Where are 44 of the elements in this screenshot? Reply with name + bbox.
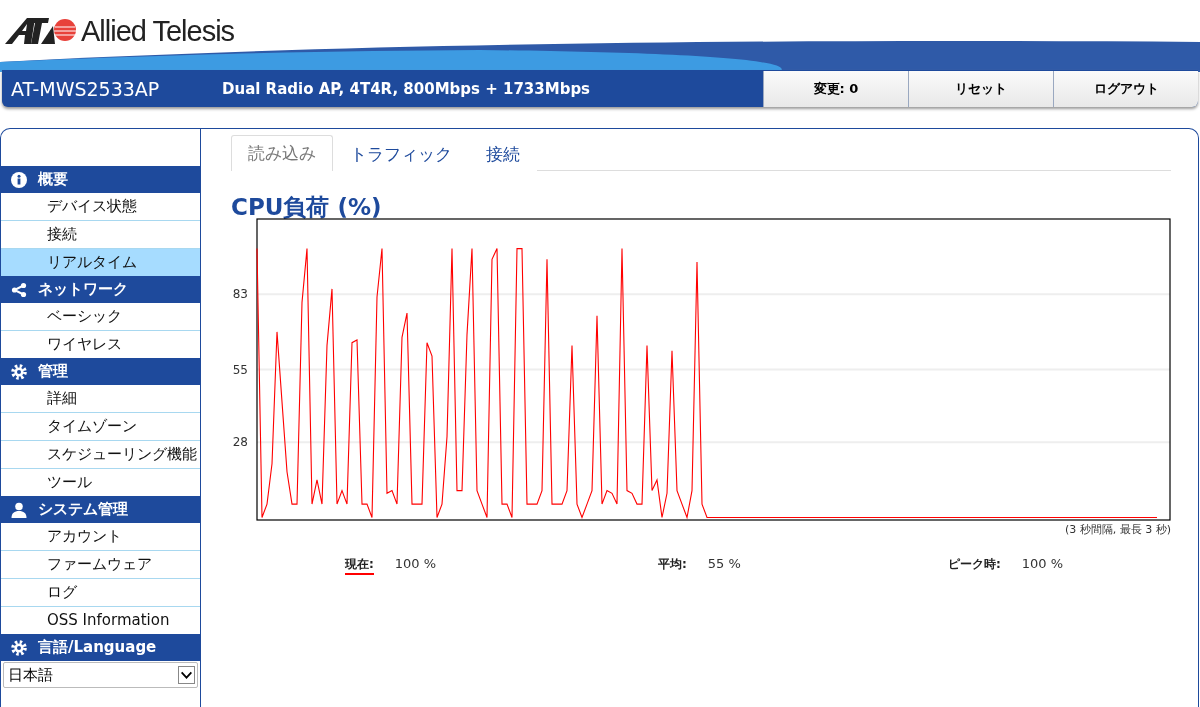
section-title: 言語/Language: [38, 638, 157, 657]
user-icon: [11, 501, 27, 518]
gear-icon: [11, 363, 27, 380]
sidebar-item[interactable]: タイムゾーン: [1, 413, 200, 441]
chart-note: (3 秒間隔, 最長 3 秒): [1063, 522, 1171, 536]
section-title: 概要: [38, 170, 68, 189]
language-select[interactable]: 日本語: [3, 662, 198, 688]
share-icon: [11, 281, 27, 298]
sidebar-item[interactable]: アカウント: [1, 523, 200, 551]
sidebar-item[interactable]: リアルタイム: [1, 249, 200, 276]
model-description: Dual Radio AP, 4T4R, 800Mbps + 1733Mbps: [222, 79, 592, 98]
stat-value: 55 %: [707, 556, 741, 571]
stat-value: 100 %: [1021, 556, 1064, 571]
tab[interactable]: 読み込み: [231, 135, 333, 171]
sidebar-item[interactable]: ワイヤレス: [1, 331, 200, 358]
info-icon: [11, 171, 27, 188]
sidebar-item[interactable]: ツール: [1, 469, 200, 496]
gear-icon: [11, 639, 27, 656]
sidebar-item[interactable]: 詳細: [1, 385, 200, 413]
header-button[interactable]: リセット: [908, 71, 1053, 107]
select-value: 日本語: [8, 665, 53, 685]
sidebar-item[interactable]: ファームウェア: [1, 551, 200, 579]
section-title: システム管理: [38, 500, 128, 519]
axis-tick-label: 83: [232, 287, 248, 302]
stat-value: 100 %: [394, 556, 437, 571]
brand-name: Allied Telesis: [81, 14, 235, 48]
axis-tick-label: 28: [232, 435, 248, 450]
sidebar-item[interactable]: デバイス状態: [1, 193, 200, 221]
sidebar-item[interactable]: ログ: [1, 579, 200, 607]
sidebar-item[interactable]: ベーシック: [1, 303, 200, 331]
section-title: 管理: [38, 362, 68, 381]
stat-label: 現在:: [345, 556, 374, 575]
chart-title: CPU負荷 (%): [231, 193, 383, 221]
logo-icon: [5, 18, 77, 44]
sidebar-item[interactable]: OSS Information: [1, 607, 200, 634]
header-button[interactable]: ログアウト: [1053, 71, 1198, 107]
stat-label: ピーク時:: [948, 556, 1001, 573]
stat-label: 平均:: [658, 556, 687, 573]
caret-icon: [178, 666, 195, 684]
section-title: ネットワーク: [38, 280, 128, 299]
header-button[interactable]: 変更: 0: [763, 71, 908, 107]
sidebar-item[interactable]: スケジューリング機能: [1, 441, 200, 469]
model-name: AT-MWS2533AP: [10, 77, 161, 100]
axis-tick-label: 55: [232, 362, 248, 377]
